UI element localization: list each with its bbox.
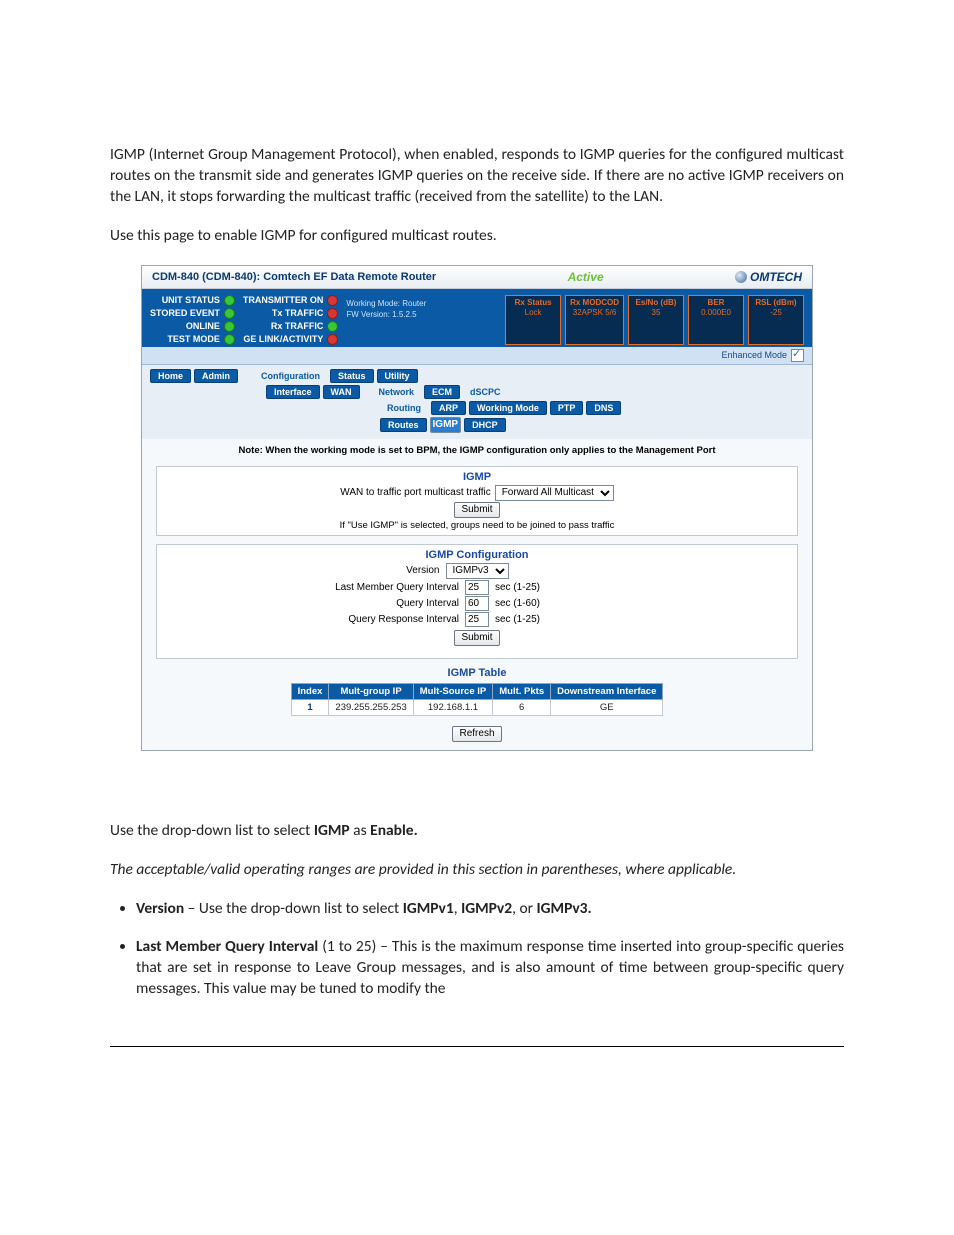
th-mult-group-ip: Mult-group IP (329, 683, 413, 699)
tab-network[interactable]: Network (372, 386, 422, 398)
led-icon (224, 308, 235, 319)
tx-traffic-label: Tx TRAFFIC (272, 308, 324, 318)
ber-header: BER (693, 298, 739, 308)
status-active: Active (568, 270, 604, 284)
rx-modcod-value: 32APSK 5/6 (570, 308, 619, 318)
led-icon (327, 334, 338, 345)
router-screenshot: CDM-840 (CDM-840): Comtech EF Data Remot… (141, 265, 813, 751)
tab-routing[interactable]: Routing (380, 402, 428, 414)
wan-multicast-select[interactable]: Forward All Multicast (495, 485, 614, 501)
last-member-query-input[interactable] (465, 580, 489, 595)
rx-status-value: Lock (510, 308, 556, 318)
igmp-table: Index Mult-group IP Mult-Source IP Mult.… (291, 683, 664, 716)
tab-dhcp[interactable]: DHCP (464, 418, 506, 432)
footer-rule (110, 1046, 844, 1047)
rx-traffic-label: Rx TRAFFIC (271, 321, 324, 331)
last-member-query-range: sec (1-25) (495, 582, 789, 593)
tab-utility[interactable]: Utility (377, 369, 418, 383)
bullet-version: Version – Use the drop-down list to sele… (136, 899, 844, 920)
unit-status-label: UNIT STATUS (162, 295, 220, 305)
led-icon (224, 295, 235, 306)
led-icon (224, 334, 235, 345)
th-index: Index (291, 683, 329, 699)
ge-link-label: GE LINK/ACTIVITY (243, 334, 323, 344)
igmp-table-title: IGMP Table (142, 667, 812, 679)
led-icon (327, 321, 338, 332)
tab-ecm[interactable]: ECM (424, 385, 460, 399)
rsl-header: RSL (dBm) (753, 298, 799, 308)
rx-status-header: Rx Status (510, 298, 556, 308)
th-mult-source-ip: Mult-Source IP (413, 683, 493, 699)
query-response-label: Query Response Interval (165, 614, 459, 625)
query-interval-range: sec (1-60) (495, 598, 789, 609)
esno-value: 35 (633, 308, 679, 318)
tab-configuration[interactable]: Configuration (254, 370, 327, 382)
rsl-value: -25 (753, 308, 799, 318)
tab-working-mode[interactable]: Working Mode (469, 401, 547, 415)
led-icon (224, 321, 235, 332)
tab-wan[interactable]: WAN (323, 385, 360, 399)
query-interval-label: Query Interval (165, 598, 459, 609)
query-interval-input[interactable] (465, 596, 489, 611)
esno-header: Es/No (dB) (633, 298, 679, 308)
tab-dns[interactable]: DNS (586, 401, 621, 415)
intro-paragraph-1: IGMP (Internet Group Management Protocol… (110, 145, 844, 208)
stored-event-label: STORED EVENT (150, 308, 220, 318)
online-label: ONLINE (186, 321, 220, 331)
enhanced-mode-checkbox[interactable] (791, 349, 804, 362)
tab-status[interactable]: Status (330, 369, 374, 383)
tab-igmp[interactable]: IGMP (430, 417, 462, 433)
bpm-note: Note: When the working mode is set to BP… (142, 439, 812, 462)
query-response-range: sec (1-25) (495, 614, 789, 625)
last-member-query-label: Last Member Query Interval (165, 582, 459, 593)
instruction-igmp-enable: Use the drop-down list to select IGMP as… (110, 821, 844, 842)
led-icon (327, 308, 338, 319)
query-response-input[interactable] (465, 612, 489, 627)
wan-multicast-label: WAN to traffic port multicast traffic (340, 487, 490, 498)
fw-version-text: FW Version: 1.5.2.5 (346, 310, 426, 319)
th-mult-pkts: Mult. Pkts (493, 683, 551, 699)
rx-modcod-header: Rx MODCOD (570, 298, 619, 308)
table-row: 1 239.255.255.253 192.168.1.1 6 GE (291, 699, 663, 715)
test-mode-label: TEST MODE (167, 334, 220, 344)
version-select[interactable]: IGMPv3 (446, 563, 509, 579)
ber-value: 0.000E0 (693, 308, 739, 318)
tab-interface[interactable]: Interface (266, 385, 320, 399)
brand-logo: OMTECH (735, 270, 802, 284)
refresh-button[interactable]: Refresh (452, 726, 501, 742)
version-label: Version (165, 565, 440, 576)
enhanced-mode-label: Enhanced Mode (721, 350, 787, 360)
igmp-panel-title: IGMP (165, 471, 789, 483)
tab-dscpc[interactable]: dSCPC (463, 386, 508, 398)
globe-icon (735, 271, 747, 283)
th-downstream-if: Downstream Interface (551, 683, 663, 699)
tab-admin[interactable]: Admin (194, 369, 238, 383)
igmp-submit-button[interactable]: Submit (454, 502, 499, 518)
tab-routes[interactable]: Routes (380, 418, 427, 432)
transmitter-on-label: TRANSMITTER ON (243, 295, 324, 305)
led-icon (327, 295, 338, 306)
intro-paragraph-2: Use this page to enable IGMP for configu… (110, 226, 844, 247)
bullet-last-member-query: Last Member Query Interval (1 to 25) – T… (136, 937, 844, 1000)
igmp-config-submit-button[interactable]: Submit (454, 630, 499, 646)
working-mode-text: Working Mode: Router (346, 299, 426, 308)
tab-arp[interactable]: ARP (431, 401, 466, 415)
range-note: The acceptable/valid operating ranges ar… (110, 860, 844, 881)
tab-ptp[interactable]: PTP (550, 401, 584, 415)
igmp-hint-text: If "Use IGMP" is selected, groups need t… (165, 520, 789, 531)
igmp-config-title: IGMP Configuration (165, 549, 789, 561)
tab-home[interactable]: Home (150, 369, 191, 383)
device-title: CDM-840 (CDM-840): Comtech EF Data Remot… (152, 271, 436, 283)
